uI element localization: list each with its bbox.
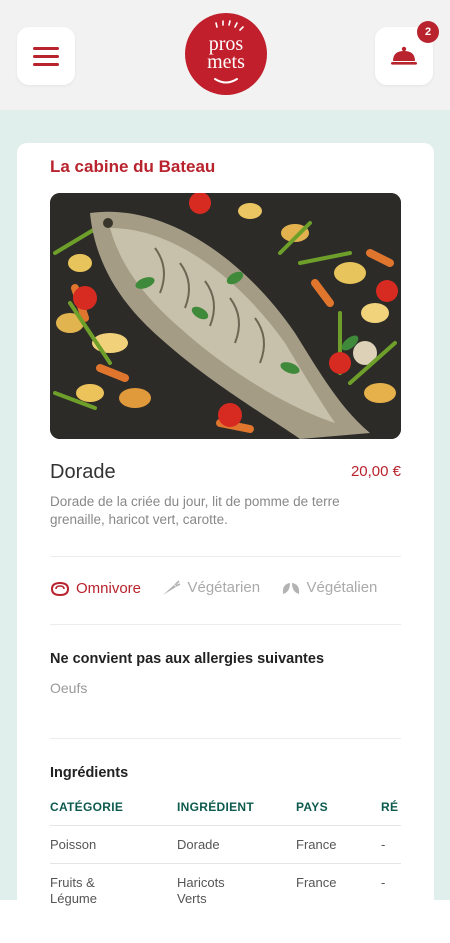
carrot-icon [163, 579, 181, 595]
dish-name: Dorade [50, 461, 116, 483]
diet-label-vegan: Végétalien [306, 579, 378, 596]
dish-card: La cabine du Bateau Dorade 20,00 € Dorad… [17, 143, 434, 923]
diet-label-omnivore: Omnivore [76, 580, 142, 597]
meat-icon [50, 581, 70, 596]
table-cell: Fruits & Légume [50, 875, 97, 906]
table-cell: Poisson [50, 837, 97, 852]
diet-option-vegan[interactable]: Végétalien [281, 579, 378, 596]
column-header: PAYS [296, 800, 328, 814]
table-cell: - [381, 875, 386, 890]
allergy-item: Oeufs [50, 680, 88, 696]
table-divider [50, 863, 401, 864]
table-divider [50, 825, 401, 826]
divider [50, 738, 401, 739]
ingredients-table[interactable]: CATÉGORIE INGRÉDIENT PAYS RÉ Poisson Dor… [50, 793, 401, 943]
divider [50, 556, 401, 557]
column-header: RÉ [381, 800, 399, 814]
column-header: CATÉGORIE [50, 800, 124, 814]
cloche-icon [391, 46, 417, 65]
column-header: INGRÉDIENT [177, 800, 255, 814]
allergies-title: Ne convient pas aux allergies suivantes [50, 651, 325, 667]
table-cell: France [296, 875, 337, 890]
divider [50, 624, 401, 625]
cart-button[interactable]: 2 [375, 21, 439, 85]
diet-option-vegetarian[interactable]: Végétarien [161, 579, 260, 596]
dish-price: 20,00 € [350, 463, 401, 480]
prosmets-logo[interactable]: pros mets [185, 13, 267, 95]
leaf-icon [282, 582, 299, 594]
dish-photo [50, 193, 401, 439]
diet-label-vegetarian: Végétarien [187, 579, 261, 596]
menu-button[interactable] [17, 27, 75, 85]
table-cell: - [381, 837, 386, 852]
dish-description: Dorade de la criée du jour, lit de pomme… [50, 494, 340, 527]
app-header: pros mets 2 [0, 0, 450, 110]
diet-option-omnivore[interactable]: Omnivore [50, 580, 141, 597]
table-cell: France [296, 837, 337, 852]
hamburger-icon [33, 42, 59, 71]
ingredients-title: Ingrédients [50, 765, 129, 781]
cart-count-badge: 2 [417, 21, 439, 43]
diet-filters: Omnivore Végétarien Végétalien [50, 579, 410, 603]
page-content: La cabine du Bateau Dorade 20,00 € Dorad… [0, 110, 450, 923]
restaurant-name: La cabine du Bateau [50, 157, 216, 176]
table-cell: Dorade [177, 837, 220, 852]
logo-text-line2: mets [207, 51, 245, 73]
table-cell: Haricots Verts [177, 875, 225, 906]
